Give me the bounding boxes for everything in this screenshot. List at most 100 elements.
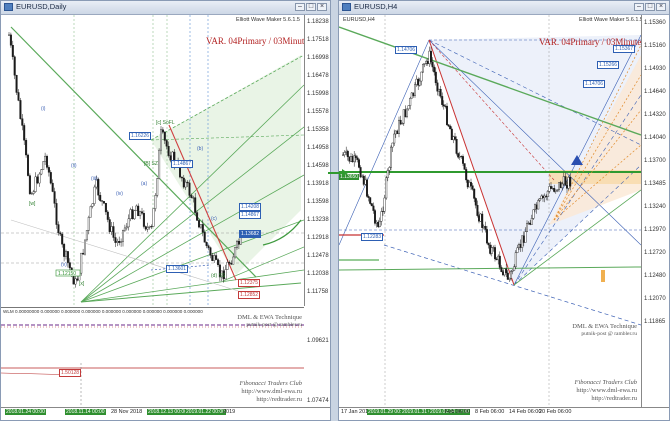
price-tick: 1.14040 bbox=[644, 135, 666, 141]
candle-body bbox=[393, 133, 396, 144]
watermark-email: putnik-post @ rambler.ru bbox=[246, 322, 302, 328]
candle-body bbox=[102, 201, 105, 204]
candle-body bbox=[59, 232, 62, 235]
candle-body bbox=[199, 224, 202, 228]
candle-body bbox=[68, 262, 71, 269]
candle-body bbox=[232, 256, 235, 265]
candle-body bbox=[503, 268, 506, 276]
candle-body bbox=[228, 262, 231, 264]
wave-label: [B] SZ bbox=[144, 161, 158, 167]
candle-body bbox=[548, 186, 551, 192]
candle-body bbox=[490, 247, 493, 254]
candle-body bbox=[197, 220, 200, 228]
price-tick: 1.15578 bbox=[307, 109, 329, 115]
candle-body bbox=[405, 108, 408, 118]
url-dml[interactable]: http://www.dml-ewa.ru bbox=[241, 388, 302, 395]
left-chart-window[interactable]: EURUSD,Daily – □ × (i) (ii) (iii) (iv) (… bbox=[0, 0, 331, 421]
minimize-button[interactable]: – bbox=[634, 3, 644, 11]
candle-body bbox=[152, 208, 155, 227]
candle-body bbox=[13, 56, 16, 76]
price-tick: 1.16478 bbox=[307, 73, 329, 79]
candle-body bbox=[354, 155, 357, 158]
candle-body bbox=[27, 154, 30, 176]
candle-body bbox=[386, 170, 389, 178]
candle-body bbox=[527, 222, 530, 224]
price-tick: 1.13485 bbox=[644, 181, 666, 187]
left-indicator-panel[interactable]: WLM 0.00000000 0.000000 0.000000 0.00000… bbox=[1, 307, 304, 408]
candle-body bbox=[76, 278, 79, 281]
close-button[interactable]: × bbox=[317, 3, 327, 11]
left-window-titlebar[interactable]: EURUSD,Daily – □ × bbox=[1, 1, 330, 15]
candle-body bbox=[538, 198, 541, 201]
candle-body bbox=[412, 92, 415, 96]
maximize-button[interactable]: □ bbox=[645, 3, 655, 11]
candle-body bbox=[356, 157, 359, 160]
url-redtrader[interactable]: http://redtrader.ru bbox=[591, 395, 637, 402]
chart-window-icon bbox=[4, 3, 13, 11]
time-tag: 2018.12.13 00:00 bbox=[147, 409, 188, 415]
candle-body bbox=[237, 240, 240, 245]
candle-body bbox=[468, 182, 471, 188]
right-chart-window[interactable]: EURUSD,H4 – □ × EURUSD,H4 Elliott Wave M… bbox=[338, 0, 670, 421]
candle-body bbox=[398, 119, 401, 134]
candle-body bbox=[36, 176, 39, 184]
candle-body bbox=[545, 195, 548, 197]
close-button[interactable]: × bbox=[656, 3, 666, 11]
candle-body bbox=[97, 179, 100, 196]
candle-body bbox=[129, 209, 132, 220]
candle-body bbox=[15, 75, 18, 93]
candle-body bbox=[186, 181, 189, 184]
price-tick: 1.13240 bbox=[644, 204, 666, 210]
candle-body bbox=[74, 278, 77, 285]
candle-body bbox=[108, 219, 111, 232]
price-box: 1.14208 bbox=[239, 203, 262, 211]
candle-body bbox=[562, 176, 565, 185]
time-label: 14 Feb 06:00 bbox=[509, 409, 542, 415]
candle-body bbox=[557, 182, 560, 190]
candle-body bbox=[184, 181, 187, 188]
candle-body bbox=[38, 173, 41, 184]
candle-body bbox=[28, 175, 31, 194]
left-price-chart[interactable]: (i) (ii) (iii) (iv) (v) (a) (b) (c) [c] … bbox=[1, 15, 304, 306]
url-dml[interactable]: http://www.dml-ewa.ru bbox=[576, 387, 637, 394]
right-window-titlebar[interactable]: EURUSD,H4 – □ × bbox=[339, 1, 669, 15]
candle-body bbox=[385, 177, 388, 199]
right-indicator-name: Elliott Wave Maker 5.6.1.5 bbox=[579, 17, 643, 23]
candle-body bbox=[167, 146, 170, 156]
candle-body bbox=[508, 278, 511, 280]
candle-body bbox=[226, 262, 229, 270]
watermark-email: putnik-post @ rambler.ru bbox=[581, 331, 637, 337]
candle-body bbox=[476, 205, 479, 216]
candle-body bbox=[410, 92, 413, 99]
candle-body bbox=[133, 210, 136, 220]
candle-body bbox=[532, 209, 535, 219]
candle-body bbox=[434, 71, 437, 84]
candle-body bbox=[106, 211, 109, 220]
price-box: 1.15266 bbox=[597, 61, 620, 69]
candle-body bbox=[83, 239, 86, 255]
candle-body bbox=[543, 195, 546, 198]
candle-body bbox=[514, 252, 517, 267]
candle-body bbox=[85, 230, 88, 241]
price-tick: 1.11865 bbox=[644, 319, 666, 325]
right-inner-symbol-label: EURUSD,H4 bbox=[343, 17, 375, 23]
right-price-chart[interactable] bbox=[339, 15, 641, 408]
candle-body bbox=[433, 66, 436, 73]
candle-body bbox=[493, 247, 496, 260]
candle-body bbox=[522, 235, 525, 243]
url-redtrader[interactable]: http://redtrader.ru bbox=[256, 396, 302, 403]
price-box: 1.12852 bbox=[238, 291, 261, 299]
right-time-axis: 17 Jan 2019 2019.01.29 00:00 2019.01.31 … bbox=[339, 407, 669, 420]
candle-body bbox=[342, 154, 345, 156]
candle-body bbox=[375, 221, 378, 224]
right-window-title: EURUSD,H4 bbox=[354, 2, 398, 11]
candle-body bbox=[89, 206, 92, 218]
minimize-button[interactable]: – bbox=[295, 3, 305, 11]
candle-body bbox=[421, 63, 424, 73]
candle-body bbox=[449, 125, 452, 130]
price-tick: 1.11758 bbox=[307, 289, 329, 295]
candle-body bbox=[343, 152, 346, 156]
candle-body bbox=[481, 213, 484, 228]
maximize-button[interactable]: □ bbox=[306, 3, 316, 11]
candle-body bbox=[426, 60, 429, 64]
